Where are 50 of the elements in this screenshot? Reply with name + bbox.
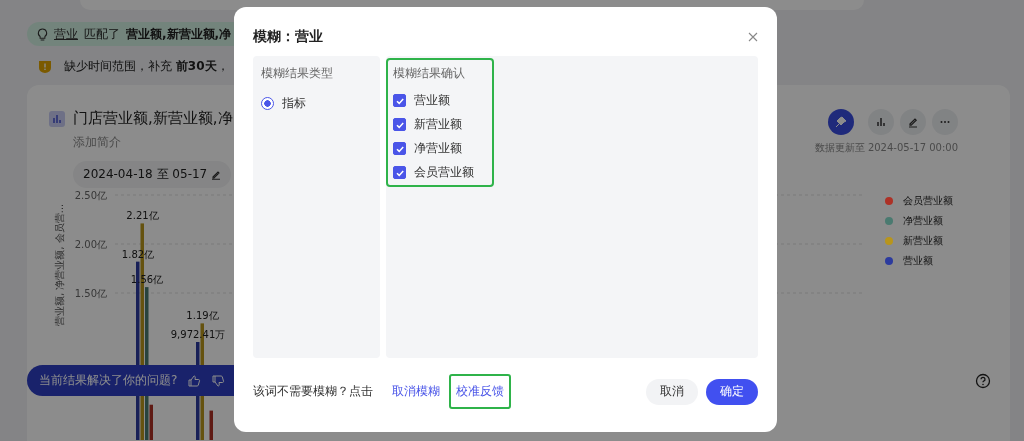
link[interactable]: 取消模糊 xyxy=(385,374,447,409)
chart-title: 门店营业额,新营业额,净 xyxy=(73,109,233,128)
thumbs-down-icon[interactable] xyxy=(211,373,226,388)
panel-heading: 模糊结果确认 xyxy=(393,65,466,82)
y-tick-label: 1.50亿 xyxy=(74,288,107,299)
edit-button[interactable] xyxy=(900,109,926,135)
checkbox-label[interactable]: 营业额 xyxy=(414,92,450,109)
match-text: 匹配了 xyxy=(84,25,120,43)
panel-heading: 模糊结果类型 xyxy=(261,65,333,82)
data-label: 1.19亿 xyxy=(186,310,219,322)
date-range-chip[interactable]: 2024-04-18 至 05-17 xyxy=(73,161,232,188)
bar xyxy=(209,410,213,440)
lightbulb-icon xyxy=(37,27,48,41)
option-label[interactable]: 指标 xyxy=(282,95,306,112)
matched-metrics: 营业额,新营业额,净 xyxy=(126,25,232,43)
close-icon[interactable] xyxy=(748,32,758,42)
feedback-question: 当前结果解决了你的问题? xyxy=(39,372,178,389)
thumbs-up-icon[interactable] xyxy=(187,373,202,388)
pencil-icon xyxy=(907,116,919,128)
legend-label[interactable]: 营业额 xyxy=(903,254,933,268)
checkbox[interactable] xyxy=(393,142,406,155)
notice-text: 缺少时间范围，补充 前30天， xyxy=(64,58,229,75)
link[interactable]: 校准反馈 xyxy=(449,374,511,409)
checkbox[interactable] xyxy=(393,166,406,179)
chart-type-button[interactable] xyxy=(868,109,894,135)
prompt-text: 该词不需要模糊？点击 xyxy=(253,383,373,400)
legend-label[interactable]: 会员营业额 xyxy=(903,194,953,208)
checkbox-label[interactable]: 会员营业额 xyxy=(414,164,474,181)
y-tick-label: 2.00亿 xyxy=(74,239,107,250)
dialog-title: 模糊：营业 xyxy=(253,28,323,46)
checkbox-label[interactable]: 新营业额 xyxy=(414,116,462,133)
y-tick-label: 2.50亿 xyxy=(74,190,107,201)
checkbox[interactable] xyxy=(393,94,406,107)
y-axis-label: 营业额, 净营业额, 会员营... xyxy=(54,203,65,326)
legend-label[interactable]: 新营业额 xyxy=(903,234,943,248)
confirm-button[interactable]: 确定 xyxy=(706,378,758,405)
edit-icon xyxy=(211,169,222,180)
pin-button[interactable] xyxy=(828,109,854,135)
keyword-link[interactable]: 营业 xyxy=(54,25,78,43)
data-label: 2.21亿 xyxy=(126,210,159,222)
checkbox[interactable] xyxy=(393,118,406,131)
radio-button[interactable] xyxy=(261,97,274,110)
pin-icon xyxy=(835,116,847,128)
help-icon xyxy=(975,373,991,389)
checkbox-label[interactable]: 净营业额 xyxy=(414,140,462,157)
legend-label[interactable]: 净营业额 xyxy=(903,214,943,228)
warning-icon xyxy=(38,59,52,74)
cancel-button[interactable]: 取消 xyxy=(646,378,698,405)
bar-chart-icon xyxy=(49,110,65,127)
bar-chart-icon xyxy=(875,116,887,128)
